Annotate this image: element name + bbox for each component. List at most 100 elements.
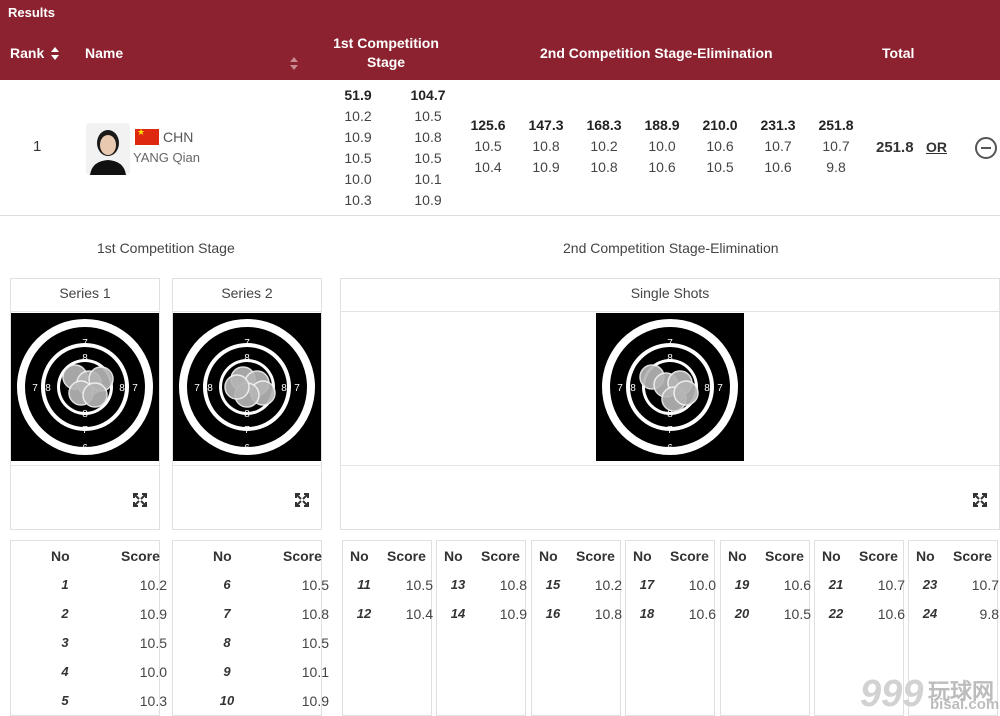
- no-header: No: [728, 548, 747, 564]
- score-header: Score: [576, 548, 615, 564]
- svg-text:6: 6: [244, 319, 250, 330]
- stage1-column-header: 1st Competition Stage: [333, 35, 439, 70]
- shot-number: 15: [545, 577, 561, 592]
- score-header: Score: [121, 548, 160, 564]
- svg-text:8: 8: [82, 353, 88, 364]
- shot-number: 9: [223, 664, 231, 679]
- svg-text:7: 7: [82, 425, 88, 436]
- score-header: Score: [765, 548, 804, 564]
- shot-number: 4: [61, 664, 69, 679]
- expand-icon[interactable]: [132, 492, 148, 508]
- svg-text:7: 7: [667, 425, 673, 436]
- athlete-name[interactable]: YANG Qian: [133, 150, 200, 165]
- shot-number: 12: [356, 606, 372, 621]
- svg-text:7: 7: [717, 383, 723, 394]
- shot-score: 10.7: [971, 577, 999, 593]
- svg-text:6: 6: [667, 319, 673, 330]
- shot-score: 10.6: [877, 606, 905, 622]
- olympic-record-badge[interactable]: OR: [926, 139, 947, 155]
- score-header: Score: [481, 548, 520, 564]
- shot-number: 19: [734, 577, 750, 592]
- single-shots-score-table: No Score 11 10.5 12 10.4: [342, 540, 433, 716]
- single-shots-score-table: No Score 19 10.6 20 10.5: [720, 540, 811, 716]
- no-header: No: [350, 548, 369, 564]
- shot-score: 10.5: [301, 635, 329, 651]
- shot-number: 13: [450, 577, 466, 592]
- athlete-avatar: [86, 123, 130, 175]
- svg-text:8: 8: [667, 353, 673, 364]
- no-header: No: [916, 548, 935, 564]
- single-shots-score-table: No Score 13 10.8 14 10.9: [436, 540, 527, 716]
- total-column-header: Total: [882, 45, 915, 61]
- shot-score: 10.9: [301, 693, 329, 709]
- svg-text:6: 6: [82, 319, 88, 330]
- rank-sort-icon[interactable]: [50, 47, 60, 61]
- stage2-section-title: 2nd Competition Stage-Elimination: [563, 240, 779, 256]
- series2-target-panel: Series 2 676766778888: [172, 278, 322, 530]
- shot-score: 10.9: [499, 606, 527, 622]
- shot-number: 24: [922, 606, 938, 621]
- svg-text:7: 7: [244, 425, 250, 436]
- shot-score: 9.8: [979, 606, 999, 622]
- collapse-icon[interactable]: [975, 137, 997, 159]
- score-header: Score: [387, 548, 426, 564]
- athlete-row[interactable]: 1 CHN YANG Qian 51.9 10.2 10.9 10.5 10.0…: [0, 80, 1000, 216]
- svg-text:8: 8: [207, 383, 213, 394]
- svg-text:7: 7: [194, 383, 200, 394]
- shot-number: 14: [450, 606, 466, 621]
- name-column-header[interactable]: Name: [85, 45, 123, 61]
- athlete-rank: 1: [33, 138, 42, 155]
- shot-number: 17: [639, 577, 655, 592]
- shot-number: 6: [223, 577, 231, 592]
- shot-number: 8: [223, 635, 231, 650]
- no-header: No: [444, 548, 463, 564]
- shot-score: 10.8: [594, 606, 622, 622]
- expand-icon[interactable]: [972, 492, 988, 508]
- single-shots-panel: Single Shots 676766778888: [340, 278, 1000, 530]
- shot-score: 10.2: [594, 577, 622, 593]
- shot-score: 10.1: [301, 664, 329, 680]
- shot-number: 16: [545, 606, 561, 621]
- shot-number: 1: [61, 577, 69, 592]
- series1-score-table: No Score 1 10.2 2 10.9 3 10.5 4 10.0 5 10.3: [10, 540, 167, 716]
- svg-text:7: 7: [294, 383, 300, 394]
- svg-text:6: 6: [602, 383, 608, 394]
- svg-text:8: 8: [82, 409, 88, 420]
- no-header: No: [822, 548, 841, 564]
- site-watermark: 999 玩球网 bisai.com: [860, 673, 1000, 715]
- svg-text:6: 6: [732, 383, 738, 394]
- svg-text:7: 7: [244, 338, 250, 349]
- shot-number: 10: [219, 693, 235, 708]
- svg-text:8: 8: [119, 383, 125, 394]
- stage2-shot-column: 188.9 10.0 10.6: [644, 117, 680, 175]
- shot-number: 21: [828, 577, 844, 592]
- stage2-shot-column: 210.0 10.6 10.5: [702, 117, 738, 175]
- shot-score: 10.8: [499, 577, 527, 593]
- name-sort-icon[interactable]: [289, 57, 299, 71]
- single-shots-score-table: No Score 17 10.0 18 10.6: [625, 540, 716, 716]
- shot-score: 10.9: [139, 606, 167, 622]
- stage2-shot-column: 125.6 10.5 10.4: [470, 117, 506, 175]
- single-shots-score-table: No Score 15 10.2 16 10.8: [531, 540, 622, 716]
- single-shots-target: 676766778888: [596, 313, 744, 461]
- svg-text:6: 6: [309, 383, 315, 394]
- stage1-section-title: 1st Competition Stage: [97, 240, 235, 256]
- shot-score: 10.5: [301, 577, 329, 593]
- series1-title: Series 1: [59, 285, 111, 301]
- series2-score-table: No Score 6 10.5 7 10.8 8 10.5 9 10.1 10 10.9: [172, 540, 329, 716]
- shot-score: 10.2: [139, 577, 167, 593]
- shot-score: 10.6: [688, 606, 716, 622]
- shot-score: 10.6: [783, 577, 811, 593]
- svg-text:7: 7: [132, 383, 138, 394]
- athlete-total: 251.8: [876, 139, 914, 156]
- expand-icon[interactable]: [294, 492, 310, 508]
- no-header: No: [51, 548, 70, 564]
- stage2-shot-column: 231.3 10.7 10.6: [760, 117, 796, 175]
- shot-score: 10.8: [301, 606, 329, 622]
- single-shots-title: Single Shots: [630, 285, 710, 301]
- score-header: Score: [283, 548, 322, 564]
- score-header: Score: [670, 548, 709, 564]
- shot-number: 23: [922, 577, 938, 592]
- rank-column-header[interactable]: Rank: [10, 45, 44, 61]
- series1-target-panel: Series 1 676766778888: [10, 278, 160, 530]
